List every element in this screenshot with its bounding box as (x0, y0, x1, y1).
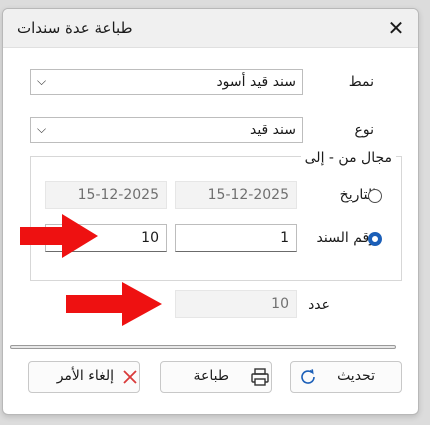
chevron-down-icon: ⌵ (37, 122, 47, 136)
printer-icon (249, 366, 271, 392)
style-select-value: سند قيد أسود (216, 74, 296, 90)
range-group-title: مجال من - إلى (300, 150, 396, 166)
count-label: عدد (308, 297, 330, 313)
cancel-button[interactable]: إلغاء الأمر (28, 361, 140, 393)
close-icon[interactable]: ✕ (384, 16, 408, 40)
title-bar: طباعة عدة سندات ✕ (3, 9, 418, 48)
cancel-icon (121, 367, 139, 391)
type-label: نوع (354, 122, 374, 138)
refresh-button[interactable]: تحديث (290, 361, 402, 393)
date-from-field: 15-12-2025 (175, 181, 297, 209)
type-select[interactable]: ⌵ سند قيد (30, 117, 303, 143)
type-select-value: سند قيد (249, 122, 296, 138)
dialog-title: طباعة عدة سندات (17, 19, 133, 37)
chevron-down-icon: ⌵ (37, 74, 47, 88)
doc-number-radio[interactable] (368, 232, 382, 246)
date-radio[interactable] (368, 189, 382, 203)
date-to-field: 15-12-2025 (45, 181, 167, 209)
annotation-arrow-icon (66, 282, 162, 326)
style-select[interactable]: ⌵ سند قيد أسود (30, 69, 303, 95)
print-button[interactable]: طباعة (160, 361, 272, 393)
print-multiple-vouchers-dialog: طباعة عدة سندات ✕ نمط ⌵ سند قيد أسود نوع… (2, 8, 419, 415)
count-field: 10 (175, 290, 297, 318)
refresh-icon (297, 366, 319, 392)
progress-bar (10, 345, 396, 349)
style-label: نمط (348, 74, 374, 90)
annotation-arrow-icon (20, 214, 98, 258)
doc-number-from-field[interactable]: 1 (175, 224, 297, 252)
